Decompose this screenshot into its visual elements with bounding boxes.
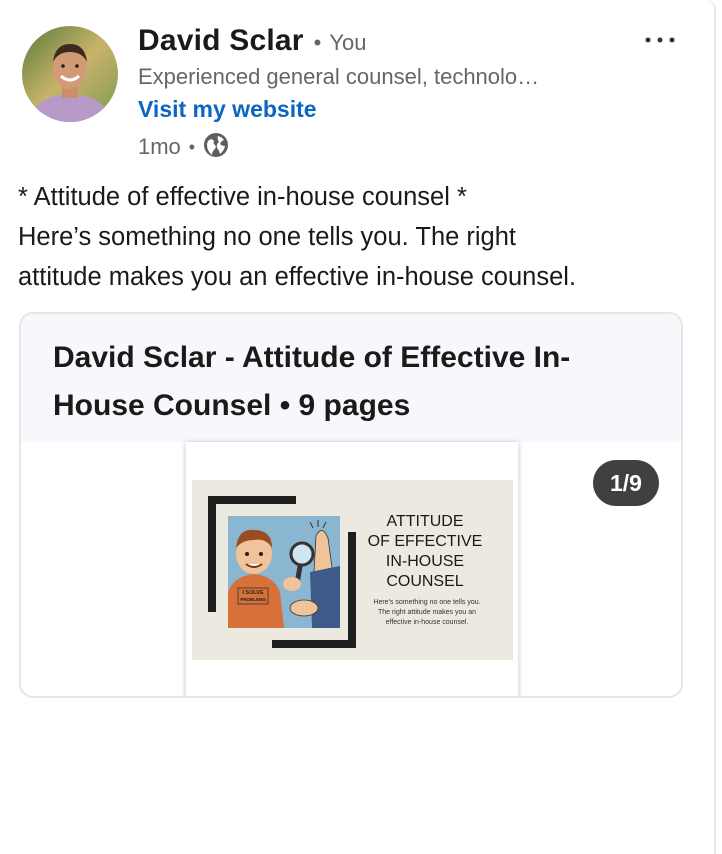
globe-icon [203,132,229,163]
slide-thumbnail: I SOLVE PROBLEMS ATTITUDE OF EFFECTIVE I… [192,480,513,660]
slide-title-line: COUNSEL [386,573,464,590]
document-title-area: David Sclar - Attitude of Effective In-H… [21,314,681,442]
relation-label: You [329,30,367,55]
slide-title-line: IN-HOUSE [385,553,465,570]
visit-website-link[interactable]: Visit my website [138,96,618,130]
separator-dot: • [313,30,322,55]
post-text-line: * Attitude of effective in-house counsel… [18,183,467,211]
post-text-line: attitude makes you an effective in-house… [18,263,577,291]
post-header: David Sclar • You Experienced general co… [138,24,618,164]
author-name[interactable]: David Sclar [138,24,304,58]
post-time: 1mo [138,134,181,159]
shirt-text: PROBLEMS [240,597,266,602]
document-attachment[interactable]: David Sclar - Attitude of Effective In-H… [19,312,683,698]
slide-subtitle-line: effective in-house counsel. [385,619,469,626]
slide-subtitle: Here's something no one tells you. The r… [362,598,492,628]
ellipsis-icon [645,37,675,43]
slide-title-line: ATTITUDE [386,513,464,530]
separator-dot: • [188,136,196,157]
post-text: * Attitude of effective in-house counsel… [18,177,698,297]
author-name-row: David Sclar • You [138,24,618,64]
author-avatar[interactable] [22,26,118,122]
slide-subtitle-line: The right attitude makes you an [377,609,477,616]
document-preview-page[interactable]: I SOLVE PROBLEMS ATTITUDE OF EFFECTIVE I… [186,442,518,696]
slide-title: ATTITUDE OF EFFECTIVE IN-HOUSE COUNSEL [358,512,492,592]
post-card: David Sclar • You Experienced general co… [0,0,716,854]
more-options-button[interactable] [640,28,680,52]
author-headline: Experienced general counsel, technolo… [138,64,540,89]
slide-subtitle-line: Here's something no one tells you. [373,599,481,606]
slide-title-line: OF EFFECTIVE [367,533,483,550]
post-meta: 1mo • [138,130,618,164]
post-text-line: Here’s something no one tells you. The r… [18,223,517,251]
shirt-text: I SOLVE [242,590,264,596]
page-counter-badge: 1/9 [593,460,659,506]
document-title: David Sclar - Attitude of Effective In-H… [53,341,571,422]
